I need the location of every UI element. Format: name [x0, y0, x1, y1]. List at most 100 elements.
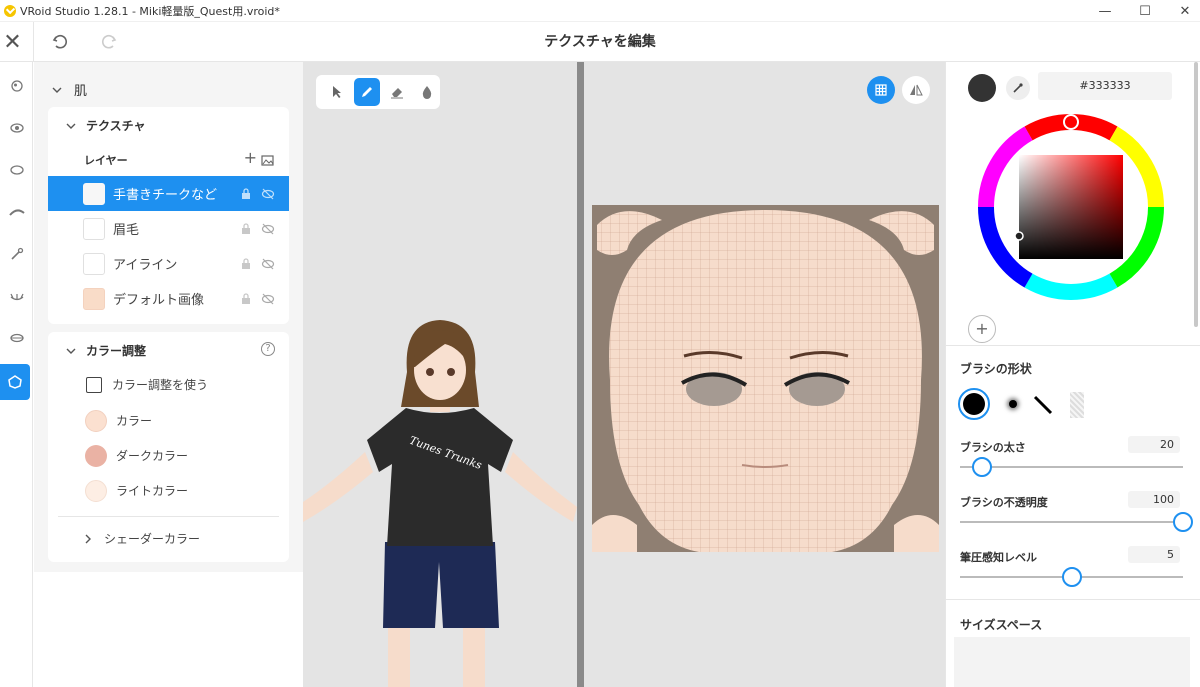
- page-title: テクスチャを編集: [544, 34, 656, 50]
- divider: [58, 516, 279, 517]
- skin-icon[interactable]: [0, 364, 30, 400]
- texture-card: テクスチャ レイヤー + 手書きチークなど 眉毛 アイライン デフォルト画像: [48, 107, 289, 324]
- color-label: ダークカラー: [116, 449, 189, 463]
- hide-eye-icon: [261, 223, 275, 234]
- eyedropper-icon[interactable]: [0, 236, 33, 272]
- eyelash-icon[interactable]: [0, 278, 33, 314]
- panel-footer: [34, 572, 303, 687]
- title-bar: VRoid Studio 1.28.1 - Miki軽量版_Quest用.vro…: [0, 0, 1200, 22]
- settings-panel: 肌 テクスチャ レイヤー + 手書きチークなど 眉毛 アイライン デフォルト画像…: [34, 62, 303, 687]
- help-icon[interactable]: ?: [261, 342, 275, 356]
- layer-item[interactable]: 手書きチークなど: [48, 176, 289, 211]
- add-color-button[interactable]: +: [968, 315, 996, 343]
- texture-header[interactable]: テクスチャ: [66, 117, 146, 134]
- eyedropper-icon[interactable]: [1006, 76, 1030, 100]
- scrollbar[interactable]: [1194, 62, 1198, 327]
- lock-icon: [242, 292, 250, 304]
- app-logo-icon: [4, 4, 16, 17]
- brush-shape-round[interactable]: [958, 388, 990, 420]
- chevron-right-icon: [85, 534, 91, 543]
- color-item[interactable]: カラー: [48, 403, 289, 438]
- layer-label: 眉毛: [113, 223, 140, 238]
- layer-thumbnail: [83, 217, 105, 240]
- shader-color-label: シェーダーカラー: [104, 532, 201, 546]
- chevron-down-icon: [66, 123, 76, 129]
- color-adjust-card: カラー調整 ? カラー調整を使う カラー ダークカラー ライトカラー シェーダー…: [48, 332, 289, 562]
- color-swatch[interactable]: [85, 479, 107, 502]
- hide-eye-icon: [261, 293, 275, 304]
- hide-eye-icon: [261, 188, 275, 199]
- mirror-toggle-icon[interactable]: [902, 76, 930, 104]
- pressure-value[interactable]: 5: [1128, 546, 1180, 563]
- chevron-down-icon: [52, 87, 62, 93]
- color-adjust-header[interactable]: カラー調整: [66, 342, 146, 359]
- add-layer-icon[interactable]: +: [244, 148, 257, 167]
- current-color-swatch[interactable]: [968, 74, 996, 102]
- layer-thumbnail: [83, 252, 105, 275]
- grid-toggle-icon[interactable]: [867, 76, 895, 104]
- lock-icon: [242, 187, 250, 199]
- model-viewport[interactable]: Tunes Trunks: [303, 62, 577, 687]
- layer-label: 手書きチークなど: [113, 188, 218, 203]
- divider: [946, 599, 1200, 600]
- brush-shape-texture[interactable]: [1070, 392, 1084, 418]
- color-adjust-title: カラー調整: [86, 344, 147, 358]
- color-label: カラー: [116, 414, 153, 428]
- pane-divider[interactable]: [577, 62, 584, 687]
- brush-panel: #333333 + ブラシの形状 ブラシの太さ 20 ブラシの不透明度 100: [945, 62, 1200, 687]
- uv-texture-map[interactable]: [592, 205, 939, 552]
- add-image-layer-icon[interactable]: [261, 151, 275, 170]
- close-window-button[interactable]: ✕: [1170, 0, 1200, 22]
- section-skin[interactable]: 肌: [52, 80, 87, 99]
- pressure-label: 筆圧感知レベル: [960, 551, 1037, 564]
- size-space-area: [954, 637, 1190, 687]
- brush-opacity-label: ブラシの不透明度: [960, 496, 1048, 509]
- eyebrow-icon[interactable]: [0, 194, 33, 230]
- avatar-model: Tunes Trunks: [303, 320, 577, 687]
- layers-label: レイヤー: [84, 154, 128, 167]
- pressure-slider[interactable]: [960, 567, 1183, 587]
- shader-color-toggle[interactable]: シェーダーカラー: [84, 530, 200, 547]
- window-title: VRoid Studio 1.28.1 - Miki軽量版_Quest用.vro…: [20, 4, 280, 18]
- color-item[interactable]: ライトカラー: [48, 473, 289, 508]
- color-swatch[interactable]: [85, 444, 107, 467]
- brush-opacity-value[interactable]: 100: [1128, 491, 1180, 508]
- mouth-icon[interactable]: [0, 320, 33, 356]
- texture-canvas[interactable]: [584, 62, 945, 687]
- minimize-button[interactable]: —: [1090, 0, 1120, 22]
- use-color-adjust-checkbox[interactable]: カラー調整を使う: [86, 376, 208, 393]
- color-label: ライトカラー: [116, 484, 189, 498]
- face-icon[interactable]: [0, 68, 33, 104]
- layer-item[interactable]: デフォルト画像: [48, 281, 289, 316]
- maximize-button[interactable]: ☐: [1130, 0, 1160, 22]
- layer-item[interactable]: アイライン: [48, 246, 289, 281]
- texture-title: テクスチャ: [86, 119, 146, 133]
- brush-size-label: ブラシの太さ: [960, 441, 1026, 454]
- brush-size-value[interactable]: 20: [1128, 436, 1180, 453]
- layer-label: アイライン: [113, 258, 178, 273]
- slider-knob[interactable]: [1173, 512, 1193, 532]
- divider: [946, 345, 1200, 346]
- brush-shape-soft[interactable]: [1004, 395, 1022, 413]
- brush-opacity-slider[interactable]: [960, 512, 1193, 532]
- checkbox-box[interactable]: [86, 376, 102, 393]
- color-item[interactable]: ダークカラー: [48, 438, 289, 473]
- brush-size-slider[interactable]: [960, 457, 1183, 477]
- ellipse-icon[interactable]: [0, 152, 33, 188]
- editor-header: ✕ テクスチャを編集: [0, 22, 1200, 62]
- layer-label: デフォルト画像: [113, 293, 205, 308]
- lock-icon: [242, 257, 250, 269]
- color-wheel[interactable]: [976, 112, 1166, 302]
- slider-knob[interactable]: [1061, 567, 1082, 587]
- hex-input[interactable]: #333333: [1038, 72, 1172, 100]
- size-space-title: サイズスペース: [960, 618, 1043, 632]
- slider-knob[interactable]: [972, 457, 993, 477]
- layer-item[interactable]: 眉毛: [48, 211, 289, 246]
- hide-eye-icon: [261, 258, 275, 269]
- lock-icon: [242, 222, 250, 234]
- layer-thumbnail: [83, 287, 105, 310]
- brush-shape-title: ブラシの形状: [960, 362, 1032, 376]
- eye-icon[interactable]: [0, 110, 33, 146]
- color-swatch[interactable]: [85, 409, 107, 432]
- brush-shape-line[interactable]: [1032, 394, 1054, 420]
